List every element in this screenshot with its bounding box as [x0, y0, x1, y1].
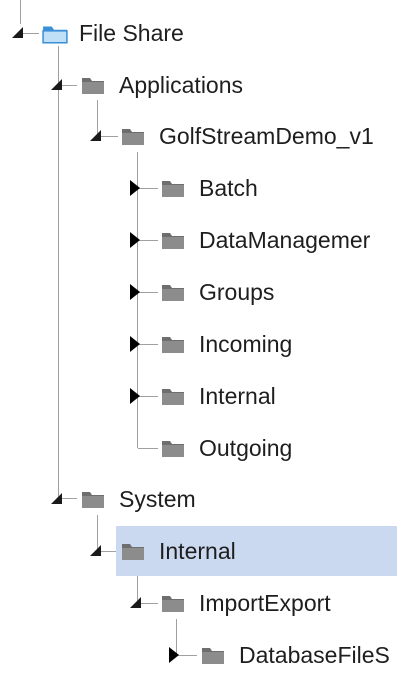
collapsed-arrow-icon[interactable]	[169, 647, 179, 663]
folder-icon	[202, 648, 224, 664]
tree-node-databasefile[interactable]: DatabaseFileS	[0, 637, 397, 673]
folder-icon	[162, 285, 184, 301]
file-share-tree: File Share Applications GolfStreamDemo_v…	[0, 0, 397, 684]
folder-icon	[82, 492, 104, 508]
folder-icon	[122, 129, 144, 145]
folder-icon	[122, 544, 144, 560]
tree-node-applications[interactable]: Applications	[0, 67, 397, 103]
tree-node-label: ImportExport	[199, 590, 331, 616]
tree-node-label: GolfStreamDemo_v1	[159, 123, 374, 149]
share-folder-icon	[42, 26, 68, 44]
tree-node-label: System	[119, 486, 196, 512]
tree-node-outgoing[interactable]: Outgoing	[0, 430, 397, 466]
tree-node-label: DatabaseFileS	[239, 642, 390, 668]
tree-node-batch[interactable]: Batch	[0, 170, 397, 206]
tree-node-label: File Share	[79, 20, 184, 46]
tree-node-golfstreamdemo[interactable]: GolfStreamDemo_v1	[0, 118, 397, 154]
tree-node-datamanagement[interactable]: DataManagemer	[0, 222, 397, 258]
collapsed-arrow-icon[interactable]	[130, 336, 140, 352]
expanded-arrow-icon[interactable]	[90, 130, 101, 141]
folder-icon	[162, 389, 184, 405]
folder-icon	[162, 596, 184, 612]
tree-node-label: Outgoing	[199, 435, 293, 461]
tree-node-label: Groups	[199, 279, 275, 305]
folder-icon	[162, 441, 184, 457]
expanded-arrow-icon[interactable]	[51, 493, 62, 504]
tree-node-system[interactable]: System	[0, 481, 397, 517]
tree-node-file-share[interactable]: File Share	[0, 15, 397, 51]
tree-node-label: DataManagemer	[199, 227, 371, 253]
folder-icon	[162, 181, 184, 197]
tree-node-system-internal[interactable]: Internal	[0, 533, 397, 569]
tree-node-label: Incoming	[199, 331, 293, 357]
folder-icon	[162, 337, 184, 353]
folder-icon	[162, 233, 184, 249]
tree-node-groups[interactable]: Groups	[0, 274, 397, 310]
expanded-arrow-icon[interactable]	[90, 545, 101, 556]
tree-node-label: Applications	[119, 72, 244, 98]
tree-node-importexport[interactable]: ImportExport	[0, 585, 397, 621]
tree-node-label: Internal	[199, 383, 276, 409]
tree-node-internal[interactable]: Internal	[0, 378, 397, 414]
collapsed-arrow-icon[interactable]	[130, 232, 140, 248]
collapsed-arrow-icon[interactable]	[130, 180, 140, 196]
expanded-arrow-icon[interactable]	[130, 597, 141, 608]
collapsed-arrow-icon[interactable]	[130, 388, 140, 404]
expanded-arrow-icon[interactable]	[12, 27, 23, 38]
folder-icon	[82, 78, 104, 94]
collapsed-arrow-icon[interactable]	[130, 284, 140, 300]
tree-node-label: Batch	[199, 175, 258, 201]
expanded-arrow-icon[interactable]	[51, 79, 62, 90]
tree-node-label: Internal	[159, 538, 236, 564]
tree-node-incoming[interactable]: Incoming	[0, 326, 397, 362]
